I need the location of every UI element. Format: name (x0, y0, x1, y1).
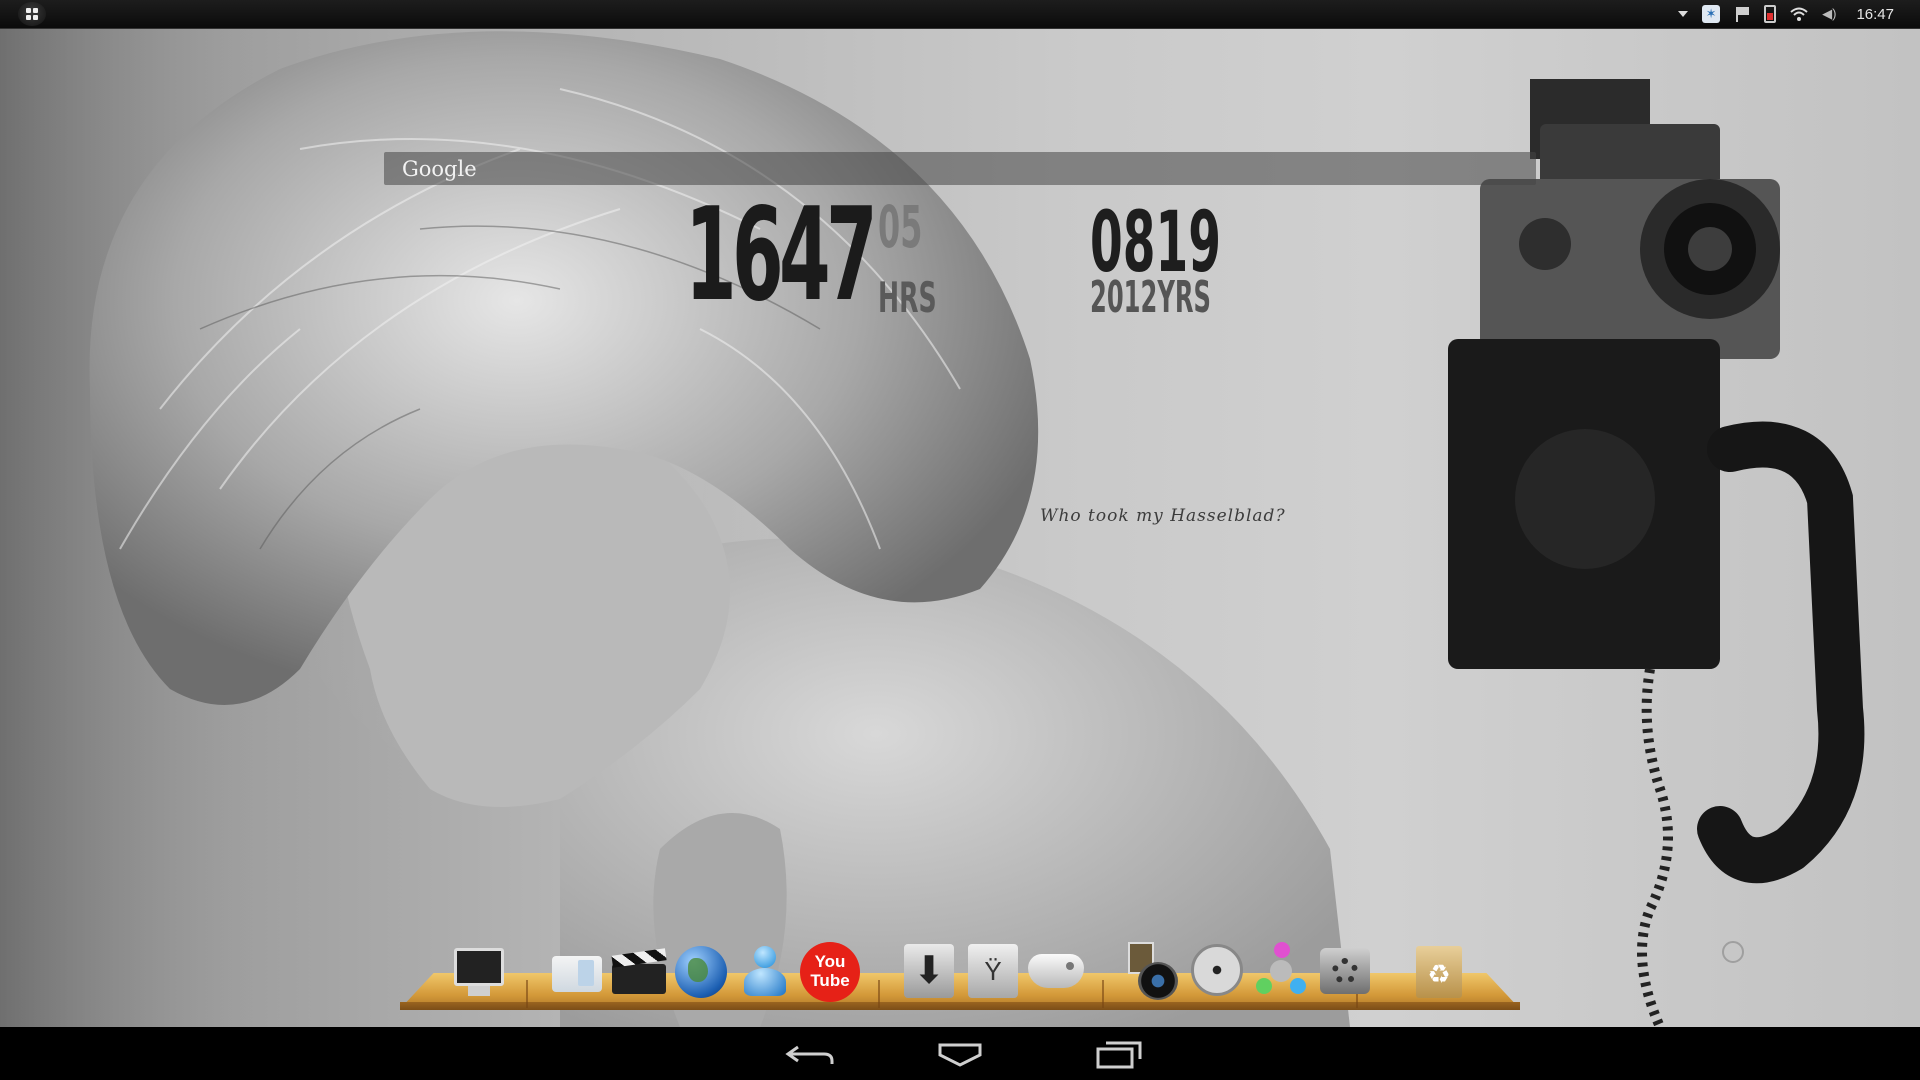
network-nodes-icon (1274, 942, 1290, 958)
status-bar: ✶ ◀) 16:47 (0, 0, 1920, 29)
nav-recent-apps-button[interactable] (1090, 1037, 1150, 1071)
recent-apps-icon (1096, 1041, 1142, 1069)
clapperboard-icon (612, 964, 666, 994)
dock: You Tube ⬇ Ÿ ♻ (400, 940, 1520, 1020)
clock-hours-label: HRS (878, 273, 937, 322)
usb-drive-icon: Ÿ (968, 944, 1018, 998)
dock-item-video[interactable] (610, 940, 668, 1002)
dock-item-youtube[interactable]: You Tube (800, 940, 860, 1002)
home-icon (938, 1043, 982, 1067)
clock-year: 2012YRS (1090, 272, 1211, 323)
photo-camera-icon (1138, 962, 1178, 1000)
dock-shelf-front (400, 1002, 1520, 1010)
wifi-icon[interactable] (1790, 7, 1808, 21)
battery-icon[interactable] (1764, 5, 1777, 23)
dock-item-browser[interactable] (672, 940, 730, 1002)
system-tray: ✶ ◀) 16:47 (1664, 0, 1920, 28)
dock-separator (878, 980, 880, 1008)
windows-logo-icon (26, 8, 39, 20)
dock-item-messenger[interactable] (736, 940, 794, 1002)
flag-icon[interactable] (1734, 6, 1750, 22)
app-notification-icon[interactable]: ✶ (1702, 5, 1721, 23)
gamepad-icon (1028, 954, 1084, 988)
nav-back-button[interactable] (780, 1037, 840, 1071)
dock-item-photos[interactable] (1124, 940, 1182, 1002)
dock-item-network[interactable] (1252, 940, 1310, 1002)
download-arrow-icon: ⬇ (904, 944, 954, 998)
clock-seconds: 05 (878, 193, 923, 261)
start-button[interactable] (18, 2, 46, 26)
monitor-icon (454, 948, 504, 986)
dock-item-media[interactable] (1188, 940, 1246, 1002)
finder-icon (552, 956, 602, 992)
back-icon (785, 1045, 834, 1064)
nav-home-button[interactable] (930, 1037, 990, 1071)
clock-time[interactable]: 1647 (685, 186, 878, 326)
status-clock[interactable]: 16:47 (1856, 6, 1894, 23)
dock-item-finder[interactable] (548, 940, 606, 1002)
volume-icon[interactable]: ◀) (1822, 6, 1836, 22)
power-icon (1722, 941, 1744, 963)
navigation-bar (0, 1027, 1920, 1080)
dock-separator (1102, 980, 1104, 1008)
dock-item-downloads[interactable]: ⬇ (900, 940, 958, 1002)
dock-separator (526, 980, 528, 1008)
google-search-bar[interactable]: Google (384, 152, 1536, 185)
dock-item-drive[interactable]: Ÿ (964, 940, 1022, 1002)
dock-item-games[interactable] (1026, 940, 1084, 1002)
dropdown-arrow-icon[interactable] (1678, 11, 1689, 17)
dock-item-trash[interactable]: ♻ (1410, 940, 1468, 1002)
wallpaper-tagline: Who took my Hasselblad? (1040, 506, 1286, 526)
dock-item-settings[interactable] (1316, 940, 1374, 1002)
recycle-bin-icon: ♻ (1416, 946, 1462, 998)
messenger-person-icon (754, 946, 776, 968)
youtube-icon: You Tube (800, 942, 860, 1002)
film-reel-icon (1191, 944, 1243, 996)
google-search-label: Google (402, 157, 477, 181)
dock-item-computer[interactable] (450, 940, 508, 1002)
